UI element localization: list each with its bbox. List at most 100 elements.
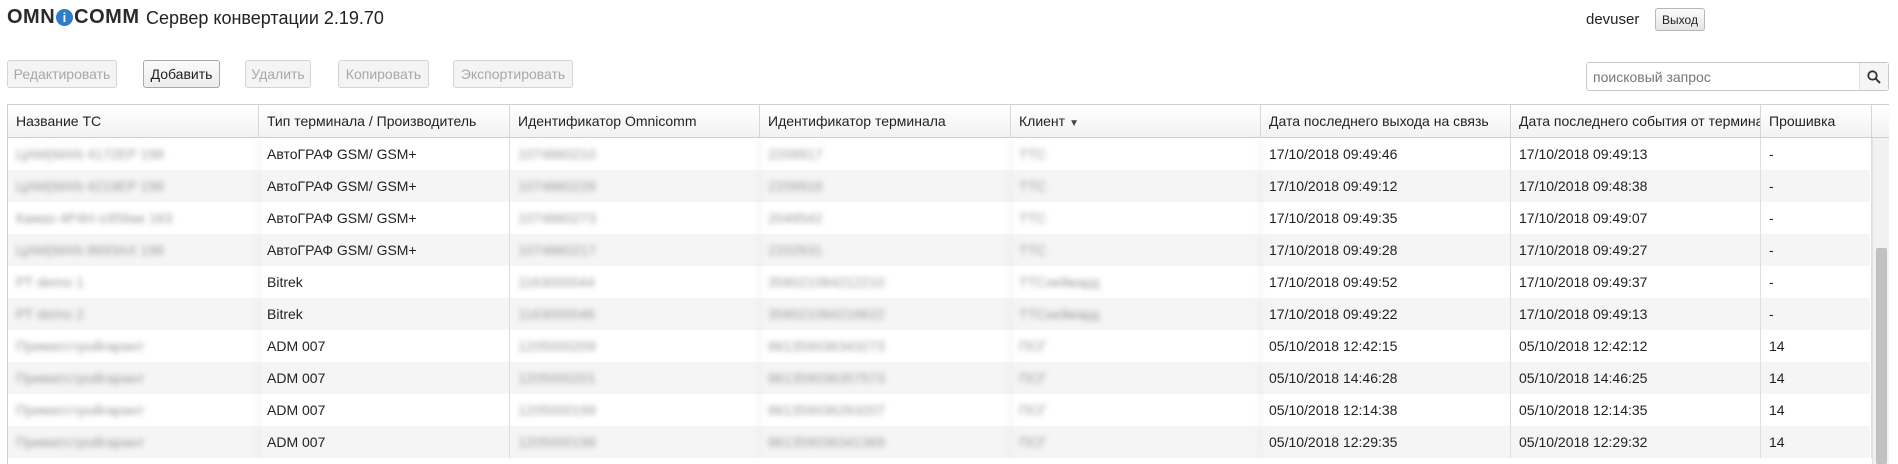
column-header-last-connection[interactable]: Дата последнего выхода на связь (1261, 105, 1511, 137)
table-row[interactable]: ЦАМ(MAN 8693АХ 198 АвтоГРАФ GSM/ GSM+ 1074… (8, 234, 1872, 266)
header-scroll-filler (1872, 105, 1889, 137)
table-cell: 17/10/2018 09:49:27 (1511, 234, 1761, 266)
column-header-vehicle-name[interactable]: Название ТС (8, 105, 259, 137)
table-cell: ЦАМ(MAN 8693АХ 198 (8, 234, 259, 266)
table-cell: 17/10/2018 09:49:46 (1261, 138, 1511, 170)
table-cell: Приматстройгарант (8, 426, 259, 458)
table-cell: 358021084212210 (760, 266, 1011, 298)
column-header-label: Прошивка (1769, 113, 1836, 129)
table-cell: 17/10/2018 09:49:28 (1261, 234, 1511, 266)
table-cell: ЦАМ(MAN 4172EP 198 (8, 138, 259, 170)
column-header-label: Идентификатор терминала (768, 113, 946, 129)
column-header-label: Дата последнего выхода на связь (1269, 113, 1489, 129)
table-row[interactable]: ЦАМ(MAN 4172EP 198 АвтоГРАФ GSM/ GSM+ 1074… (8, 138, 1872, 170)
table-cell: 1074860217 (510, 234, 760, 266)
table-cell: ADM 007 (259, 394, 510, 426)
logo-text-right: COMM (74, 6, 140, 28)
table-cell: АвтоГРАФ GSM/ GSM+ (259, 234, 510, 266)
search-button[interactable] (1859, 63, 1888, 90)
table-cell: 05/10/2018 12:42:15 (1261, 330, 1511, 362)
column-header-last-event[interactable]: Дата последнего события от терминала (1511, 105, 1761, 137)
table-cell: 05/10/2018 12:14:38 (1261, 394, 1511, 426)
table-row[interactable]: Приматстройгарант ADM 007 1205000199 861359… (8, 394, 1872, 426)
scrollbar-thumb[interactable] (1876, 248, 1887, 464)
copy-button[interactable]: Копировать (338, 60, 429, 88)
add-button[interactable]: Добавить (143, 60, 220, 88)
table-cell: РТ demo 1 (8, 266, 259, 298)
table-cell: ПСГ (1011, 426, 1261, 458)
logo-text-left: OMN (7, 6, 56, 28)
column-header-label: Идентификатор Omnicomm (518, 113, 697, 129)
table-cell: 17/10/2018 09:49:52 (1261, 266, 1511, 298)
table-cell: 17/10/2018 09:49:12 (1261, 170, 1511, 202)
column-header-terminal-id[interactable]: Идентификатор терминала (760, 105, 1011, 137)
table-cell: ПСГ (1011, 362, 1261, 394)
column-header-label: Название ТС (16, 113, 102, 129)
app-title: Сервер конвертации 2.19.70 (146, 8, 384, 28)
column-header-firmware[interactable]: Прошивка (1761, 105, 1872, 137)
table-cell: 861359036343273 (760, 330, 1011, 362)
table-cell: Bitrek (259, 266, 510, 298)
table-cell: 1163000046 (510, 298, 760, 330)
table-cell: ТТС (1011, 170, 1261, 202)
table-cell: 14 (1761, 362, 1872, 394)
table-cell: 2209917 (760, 138, 1011, 170)
table-cell: 17/10/2018 09:48:38 (1511, 170, 1761, 202)
table-cell: ПСГ (1011, 330, 1261, 362)
table-cell: Приматстройгарант (8, 394, 259, 426)
table-cell: ТТС (1011, 234, 1261, 266)
table-cell: 14 (1761, 394, 1872, 426)
delete-button[interactable]: Удалить (245, 60, 311, 88)
table-cell: 17/10/2018 09:49:13 (1511, 298, 1761, 330)
export-button[interactable]: Экспортировать (453, 60, 573, 88)
table-cell: ADM 007 (259, 362, 510, 394)
table-cell: - (1761, 202, 1872, 234)
table-cell: - (1761, 170, 1872, 202)
search-input[interactable] (1587, 63, 1859, 90)
column-header-terminal-type[interactable]: Тип терминала / Производитель (259, 105, 510, 137)
table-cell: 17/10/2018 09:49:13 (1511, 138, 1761, 170)
table-cell: 2049542 (760, 202, 1011, 234)
table-row[interactable]: Камаз 4Р4Н о359ае 163 АвтоГРАФ GSM/ GSM+ 1… (8, 202, 1872, 234)
table-cell: 861359036357573 (760, 362, 1011, 394)
table-header: Название ТС Тип терминала / Производител… (8, 105, 1889, 138)
column-header-client[interactable]: Клиент ▼ (1011, 105, 1261, 137)
table-cell: 14 (1761, 426, 1872, 458)
table-cell: - (1761, 266, 1872, 298)
table-cell: ТТС (1011, 202, 1261, 234)
table-cell: 05/10/2018 12:29:32 (1511, 426, 1761, 458)
table-row[interactable]: РТ demo 1 Bitrek 1163000044 358021084212210… (8, 266, 1872, 298)
logout-button[interactable]: Выход (1655, 8, 1705, 31)
terminals-table: Название ТС Тип терминала / Производител… (7, 104, 1889, 464)
table-cell: 05/10/2018 12:14:35 (1511, 394, 1761, 426)
edit-button[interactable]: Редактировать (7, 60, 117, 88)
table-cell: 1205000199 (510, 394, 760, 426)
table-row[interactable]: РТ demo 2 Bitrek 1163000046 358021084218622… (8, 298, 1872, 330)
table-cell: 05/10/2018 14:46:28 (1261, 362, 1511, 394)
table-row[interactable]: ЦАМ(MAN 4219EP 198 АвтоГРАФ GSM/ GSM+ 1074… (8, 170, 1872, 202)
table-row[interactable]: Приматстройгарант ADM 007 1205000201 861359… (8, 362, 1872, 394)
table-cell: Приматстройгарант (8, 330, 259, 362)
column-header-label: Дата последнего события от терминала (1519, 113, 1761, 129)
table-cell: 05/10/2018 14:46:25 (1511, 362, 1761, 394)
table-row[interactable]: Приматстройгарант ADM 007 1205000209 861359… (8, 330, 1872, 362)
table-cell: - (1761, 138, 1872, 170)
table-cell: Bitrek (259, 298, 510, 330)
table-cell: РТ demo 2 (8, 298, 259, 330)
table-cell: АвтоГРАФ GSM/ GSM+ (259, 202, 510, 234)
table-cell: ТТСхейвард (1011, 266, 1261, 298)
current-user: devuser (1586, 11, 1640, 28)
table-cell: 05/10/2018 12:29:35 (1261, 426, 1511, 458)
table-cell: 358021084218622 (760, 298, 1011, 330)
table-cell: ADM 007 (259, 330, 510, 362)
sort-desc-icon: ▼ (1069, 118, 1079, 129)
table-row[interactable]: Приматстройгарант ADM 007 1205000198 861359… (8, 426, 1872, 458)
table-cell: 1205000209 (510, 330, 760, 362)
table-cell: 1074860210 (510, 138, 760, 170)
table-cell: 1074860228 (510, 170, 760, 202)
table-cell: 861359036341369 (760, 426, 1011, 458)
table-cell: ТТС (1011, 138, 1261, 170)
vertical-scrollbar[interactable] (1872, 138, 1889, 464)
table-cell: - (1761, 298, 1872, 330)
column-header-omnicomm-id[interactable]: Идентификатор Omnicomm (510, 105, 760, 137)
